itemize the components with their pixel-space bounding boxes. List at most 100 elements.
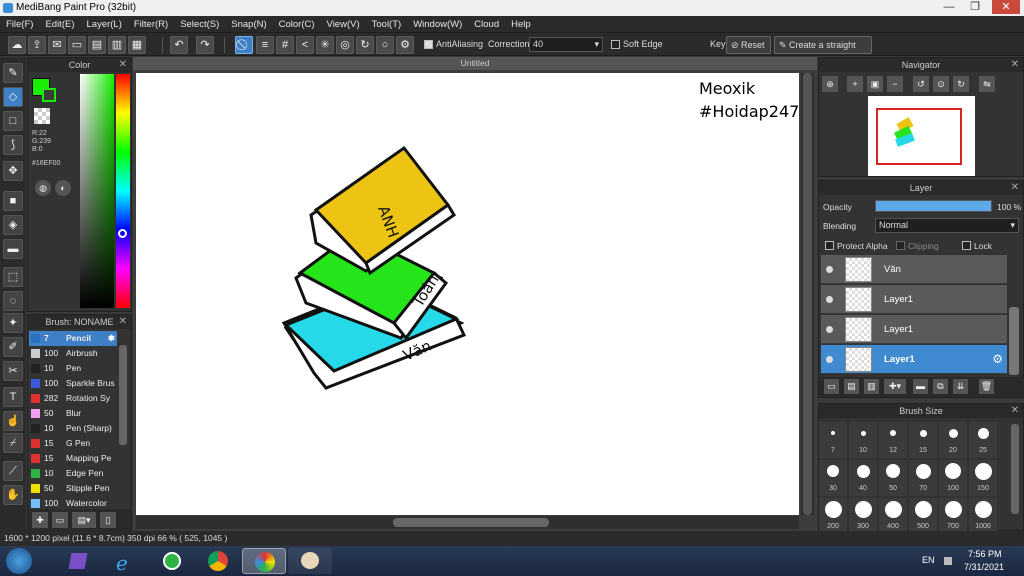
flip-icon[interactable]: ⇋ (979, 76, 995, 92)
undo-icon[interactable]: ↶ (170, 36, 188, 54)
background-color-swatch[interactable] (42, 88, 56, 102)
radial-snap-icon[interactable]: ✳ (316, 36, 334, 54)
brush-size-option[interactable]: 150 (969, 460, 997, 496)
saturation-brightness-picker[interactable] (80, 74, 114, 308)
divide-tool-icon[interactable]: ⟋ (3, 461, 23, 481)
brush-item[interactable]: 282 Rotation Sy (29, 391, 117, 406)
add-layer-menu-icon[interactable]: ✚▾ (884, 379, 906, 394)
brush-item[interactable]: 50 Blur (29, 406, 117, 421)
brush-item[interactable]: 10 Pen (Sharp) (29, 421, 117, 436)
straight-line-button[interactable]: ✎ Create a straight line (774, 36, 872, 66)
brush-size-option[interactable]: 40 (849, 460, 877, 496)
minimize-button[interactable]: — (938, 0, 960, 14)
brush-size-option[interactable]: 25 (969, 422, 997, 458)
brush-item[interactable]: 15 Mapping Pe (29, 451, 117, 466)
redo-icon[interactable]: ↷ (196, 36, 214, 54)
correction-select[interactable]: 40 ▾ (529, 37, 603, 52)
brush-size-option[interactable]: 12 (879, 422, 907, 458)
menu-filter[interactable]: Filter(R) (128, 19, 174, 30)
horizontal-scrollbar[interactable] (136, 516, 799, 529)
snap-settings-icon[interactable]: ⚙ (396, 36, 414, 54)
close-icon[interactable]: ✕ (1011, 404, 1019, 418)
new-layer-icon[interactable]: ▭ (824, 379, 839, 394)
layer-row[interactable]: Layer1 (821, 285, 1007, 314)
brush-item[interactable]: 7 Pencil ✱ (29, 331, 117, 346)
menu-file[interactable]: File(F) (0, 19, 39, 30)
comment-icon[interactable]: ✉ (48, 36, 66, 54)
select-lasso-icon[interactable]: ◌ (3, 291, 23, 311)
cloud-icon[interactable]: ☁ (8, 36, 26, 54)
reset-button[interactable]: ⊘ Reset (726, 36, 771, 54)
parallel-snap-icon[interactable]: ≡ (256, 36, 274, 54)
clock-time[interactable]: 7:56 PM (968, 549, 1002, 559)
horizontal-scroll-thumb[interactable] (393, 518, 549, 527)
brush-size-option[interactable]: 300 (849, 498, 877, 534)
select-eraser-icon[interactable]: ✂ (3, 361, 23, 381)
close-icon[interactable]: ✕ (1011, 58, 1019, 72)
brush-item[interactable]: 10 Edge Pen (29, 466, 117, 481)
color-history-icon[interactable]: ◐ (55, 180, 71, 196)
navigator-preview[interactable] (868, 96, 975, 176)
rotate-left-icon[interactable]: ↺ (913, 76, 929, 92)
save-icon[interactable]: ▤ (88, 36, 106, 54)
eyedropper-icon[interactable]: ⌿ (3, 433, 23, 453)
transparent-color-swatch[interactable] (34, 108, 50, 124)
duplicate-layer-icon[interactable]: ⧉ (933, 379, 948, 394)
gradient-tool-icon[interactable]: ▬ (3, 239, 23, 259)
navigator-viewport[interactable] (876, 108, 962, 165)
canvas-tab[interactable]: Untitled (133, 57, 817, 70)
merge-layer-icon[interactable]: ⇊ (953, 379, 968, 394)
snap-off-icon[interactable]: ⃠ (235, 36, 253, 54)
close-icon[interactable]: ✕ (119, 315, 127, 329)
brush-list-scrollbar[interactable] (119, 345, 127, 445)
zoom-actual-icon[interactable]: ▣ (867, 76, 883, 92)
brush-size-option[interactable]: 1000 (969, 498, 997, 534)
menu-layer[interactable]: Layer(L) (81, 19, 128, 30)
brush-size-option[interactable]: 200 (819, 498, 847, 534)
hue-slider-handle[interactable] (118, 229, 127, 238)
palette-icon[interactable]: ◍ (35, 180, 51, 196)
brush-size-option[interactable]: 30 (819, 460, 847, 496)
visibility-eye-icon[interactable] (826, 296, 833, 303)
menu-tool[interactable]: Tool(T) (366, 19, 408, 30)
brush-size-option[interactable]: 100 (939, 460, 967, 496)
lasso-tool-icon[interactable]: ⟆ (3, 135, 23, 155)
add-brush-icon[interactable]: ✚ (32, 512, 48, 528)
clipping-checkbox[interactable] (896, 241, 905, 250)
brush-item[interactable]: 100 Airbrush (29, 346, 117, 361)
layer-settings-gear-icon[interactable]: ⚙ (992, 352, 1003, 366)
brush-size-option[interactable]: 400 (879, 498, 907, 534)
brush-size-option[interactable]: 700 (939, 498, 967, 534)
brush-tool-icon[interactable]: ✎ (3, 63, 23, 83)
cross-snap-icon[interactable]: # (276, 36, 294, 54)
rotate-right-icon[interactable]: ↻ (953, 76, 969, 92)
brush-size-option[interactable]: 10 (849, 422, 877, 458)
close-button[interactable]: ✕ (992, 0, 1020, 14)
new-file-icon[interactable]: ▭ (68, 36, 86, 54)
operation-tool-icon[interactable]: ☝ (3, 411, 23, 431)
eraser-tool-icon[interactable]: ◇ (3, 87, 23, 107)
menu-select[interactable]: Select(S) (174, 19, 225, 30)
folder-icon[interactable]: ▬ (913, 379, 928, 394)
clock-date[interactable]: 7/31/2021 (964, 562, 1004, 572)
brush-menu-icon[interactable]: ▤▾ (72, 512, 96, 528)
fill-tool-icon[interactable]: ◈ (3, 215, 23, 235)
brush-size-option[interactable]: 15 (909, 422, 937, 458)
soft-edge-checkbox[interactable] (611, 40, 620, 49)
new-8bit-layer-icon[interactable]: ▥ (864, 379, 879, 394)
internet-explorer-icon[interactable]: e (104, 548, 148, 575)
visibility-eye-icon[interactable] (826, 356, 833, 363)
zoom-in-icon[interactable]: + (847, 76, 863, 92)
menu-view[interactable]: View(V) (321, 19, 366, 30)
menu-help[interactable]: Help (505, 19, 537, 30)
menu-cloud[interactable]: Cloud (468, 19, 505, 30)
language-indicator[interactable]: EN (922, 555, 935, 565)
close-icon[interactable]: ✕ (1011, 181, 1019, 195)
layer-row[interactable]: Layer1 (821, 315, 1007, 344)
lock-checkbox[interactable] (962, 241, 971, 250)
brush-settings-gear-icon[interactable]: ✱ (108, 331, 115, 346)
visibility-eye-icon[interactable] (826, 326, 833, 333)
brush-size-option[interactable]: 50 (879, 460, 907, 496)
brush-item[interactable]: 100 Sparkle Brus (29, 376, 117, 391)
dot-tool-icon[interactable]: □ (3, 111, 23, 131)
